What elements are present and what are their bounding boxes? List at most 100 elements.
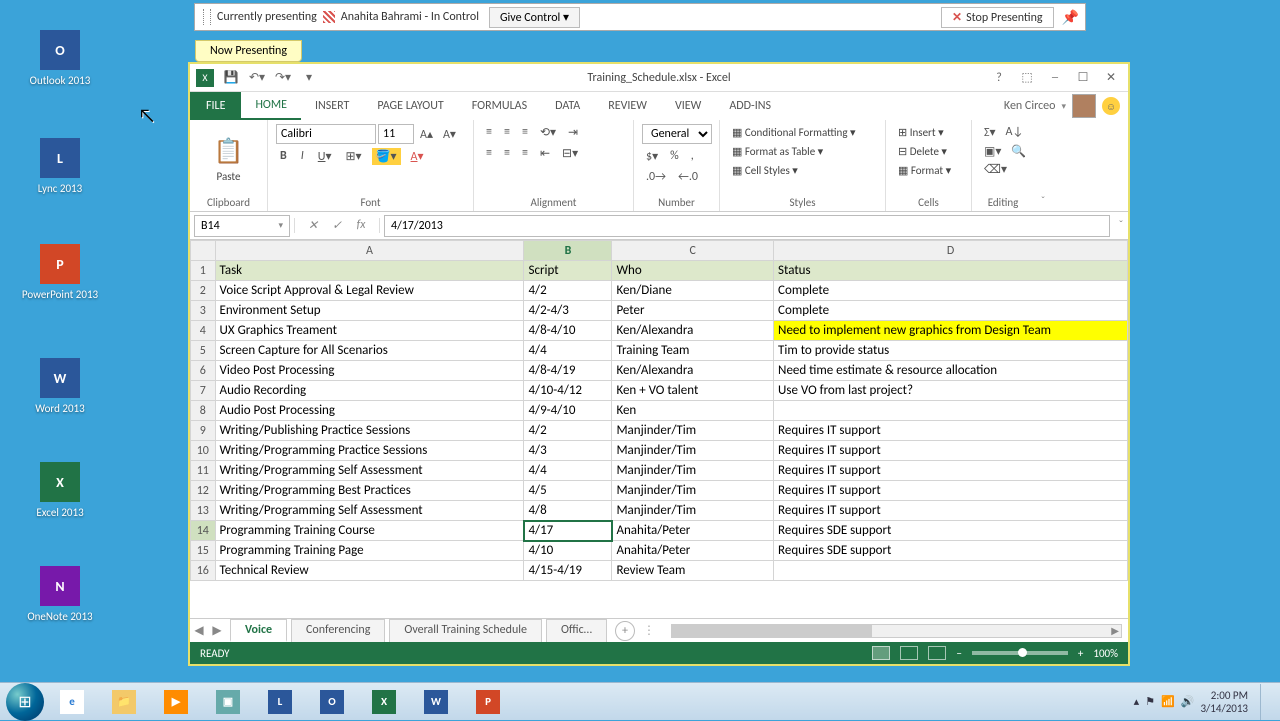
give-control-button[interactable]: Give Control ▾	[489, 7, 580, 28]
column-header-D[interactable]: D	[774, 241, 1128, 261]
cell[interactable]: 4/9-4/10	[524, 401, 612, 421]
cell[interactable]: 4/3	[524, 441, 612, 461]
expand-formula-button[interactable]: ˇ	[1114, 219, 1128, 233]
font-name-select[interactable]	[276, 124, 376, 144]
bold-button[interactable]: B	[276, 148, 291, 165]
cell-styles-button[interactable]: ▦ Cell Styles ▾	[728, 162, 877, 179]
cell[interactable]: Training Team	[612, 341, 774, 361]
column-header-C[interactable]: C	[612, 241, 774, 261]
horizontal-scrollbar[interactable]: ◀ ▶	[671, 624, 1122, 638]
row-header-16[interactable]: 16	[191, 561, 216, 581]
row-header-15[interactable]: 15	[191, 541, 216, 561]
cell[interactable]: 4/10-4/12	[524, 381, 612, 401]
format-as-table-button[interactable]: ▦ Format as Table ▾	[728, 143, 877, 160]
cell[interactable]: Anahita/Peter	[612, 521, 774, 541]
find-button[interactable]: 🔍	[1007, 143, 1030, 160]
zoom-in-button[interactable]: +	[1078, 647, 1083, 660]
cell[interactable]: Ken/Alexandra	[612, 321, 774, 341]
show-desktop-button[interactable]	[1260, 684, 1270, 720]
file-tab[interactable]: FILE	[190, 92, 241, 120]
taskbar-app[interactable]: P	[464, 687, 512, 717]
cell[interactable]: Programming Training Page	[215, 541, 524, 561]
cell[interactable]	[774, 561, 1128, 581]
italic-button[interactable]: I	[297, 148, 308, 165]
row-header-2[interactable]: 2	[191, 281, 216, 301]
font-color-button[interactable]: A▾	[407, 148, 428, 165]
close-button[interactable]: ✕	[1100, 70, 1122, 86]
cell[interactable]: 4/15-4/19	[524, 561, 612, 581]
column-header-A[interactable]: A	[215, 241, 524, 261]
cell[interactable]: Programming Training Course	[215, 521, 524, 541]
taskbar-app[interactable]: W	[412, 687, 460, 717]
cell[interactable]: 4/17	[524, 521, 612, 541]
wrap-button[interactable]: ⇥	[564, 124, 582, 141]
taskbar-app[interactable]: ▣	[204, 687, 252, 717]
cell[interactable]: Audio Recording	[215, 381, 524, 401]
number-format-select[interactable]: General	[642, 124, 712, 144]
underline-button[interactable]: U▾	[314, 148, 336, 165]
cancel-formula-button[interactable]: ✕	[303, 218, 323, 233]
cell[interactable]: UX Graphics Treament	[215, 321, 524, 341]
row-header-10[interactable]: 10	[191, 441, 216, 461]
desktop-icon-lync-2013[interactable]: LLync 2013	[20, 138, 100, 195]
row-header-1[interactable]: 1	[191, 261, 216, 281]
select-all-corner[interactable]	[191, 241, 216, 261]
name-box[interactable]: B14▾	[194, 215, 290, 237]
cell[interactable]: Writing/Programming Self Assessment	[215, 461, 524, 481]
excel-icon[interactable]: X	[196, 69, 214, 87]
cell[interactable]	[774, 401, 1128, 421]
spreadsheet-grid[interactable]: ABCD1TaskScriptWhoStatus2Voice Script Ap…	[190, 240, 1128, 618]
cell[interactable]: Manjinder/Tim	[612, 481, 774, 501]
normal-view-button[interactable]	[872, 646, 890, 660]
delete-cells-button[interactable]: ⊟ Delete ▾	[894, 143, 963, 160]
redo-button[interactable]: ↷▾	[274, 69, 292, 87]
network-tray-icon[interactable]: 📶	[1161, 695, 1175, 708]
format-cells-button[interactable]: ▦ Format ▾	[894, 162, 963, 179]
cell[interactable]: Use VO from last project?	[774, 381, 1128, 401]
percent-button[interactable]: %	[666, 148, 683, 165]
align-top-button[interactable]: ≡	[482, 124, 496, 141]
cell[interactable]: Requires IT support	[774, 501, 1128, 521]
drag-handle-icon[interactable]	[203, 9, 211, 25]
tab-view[interactable]: VIEW	[661, 92, 715, 120]
cell[interactable]: Requires IT support	[774, 421, 1128, 441]
cell[interactable]: 4/4	[524, 461, 612, 481]
cell[interactable]: Requires IT support	[774, 481, 1128, 501]
dec-decimal-button[interactable]: ←.0	[674, 169, 702, 185]
formula-input[interactable]: 4/17/2013	[384, 215, 1110, 237]
tab-review[interactable]: REVIEW	[594, 92, 661, 120]
desktop-icon-onenote-2013[interactable]: NOneNote 2013	[20, 566, 100, 623]
cell[interactable]: Script	[524, 261, 612, 281]
cell[interactable]: Status	[774, 261, 1128, 281]
prev-sheet-button[interactable]: ◀	[190, 623, 208, 638]
insert-function-button[interactable]: fx	[351, 218, 371, 233]
minimize-button[interactable]: ─	[1044, 70, 1066, 86]
desktop-icon-outlook-2013[interactable]: OOutlook 2013	[20, 30, 100, 87]
row-header-11[interactable]: 11	[191, 461, 216, 481]
sheet-tab-offic-[interactable]: Offic…	[546, 619, 607, 642]
autosum-button[interactable]: Σ▾	[980, 124, 1000, 141]
next-sheet-button[interactable]: ▶	[208, 623, 226, 638]
align-mid-button[interactable]: ≡	[500, 124, 514, 141]
cell[interactable]: 4/4	[524, 341, 612, 361]
comma-button[interactable]: ,	[687, 148, 698, 165]
show-hidden-tray-button[interactable]: ▴	[1134, 695, 1140, 708]
cell[interactable]: Who	[612, 261, 774, 281]
insert-cells-button[interactable]: ⊞ Insert ▾	[894, 124, 963, 141]
help-button[interactable]: ?	[988, 70, 1010, 86]
cell[interactable]: Writing/Programming Self Assessment	[215, 501, 524, 521]
tab-data[interactable]: DATA	[541, 92, 594, 120]
row-header-7[interactable]: 7	[191, 381, 216, 401]
avatar[interactable]	[1072, 94, 1096, 118]
ribbon-options-button[interactable]: ⬚	[1016, 70, 1038, 86]
merge-button[interactable]: ⊟▾	[558, 145, 582, 162]
cell[interactable]: Ken + VO talent	[612, 381, 774, 401]
user-name[interactable]: Ken Circeo	[1004, 99, 1056, 113]
desktop-icon-word-2013[interactable]: WWord 2013	[20, 358, 100, 415]
tab-home[interactable]: HOME	[241, 92, 301, 120]
row-header-3[interactable]: 3	[191, 301, 216, 321]
cell[interactable]: Peter	[612, 301, 774, 321]
undo-button[interactable]: ↶▾	[248, 69, 266, 87]
tab-add-ins[interactable]: ADD-INS	[715, 92, 785, 120]
cell[interactable]: Writing/Publishing Practice Sessions	[215, 421, 524, 441]
